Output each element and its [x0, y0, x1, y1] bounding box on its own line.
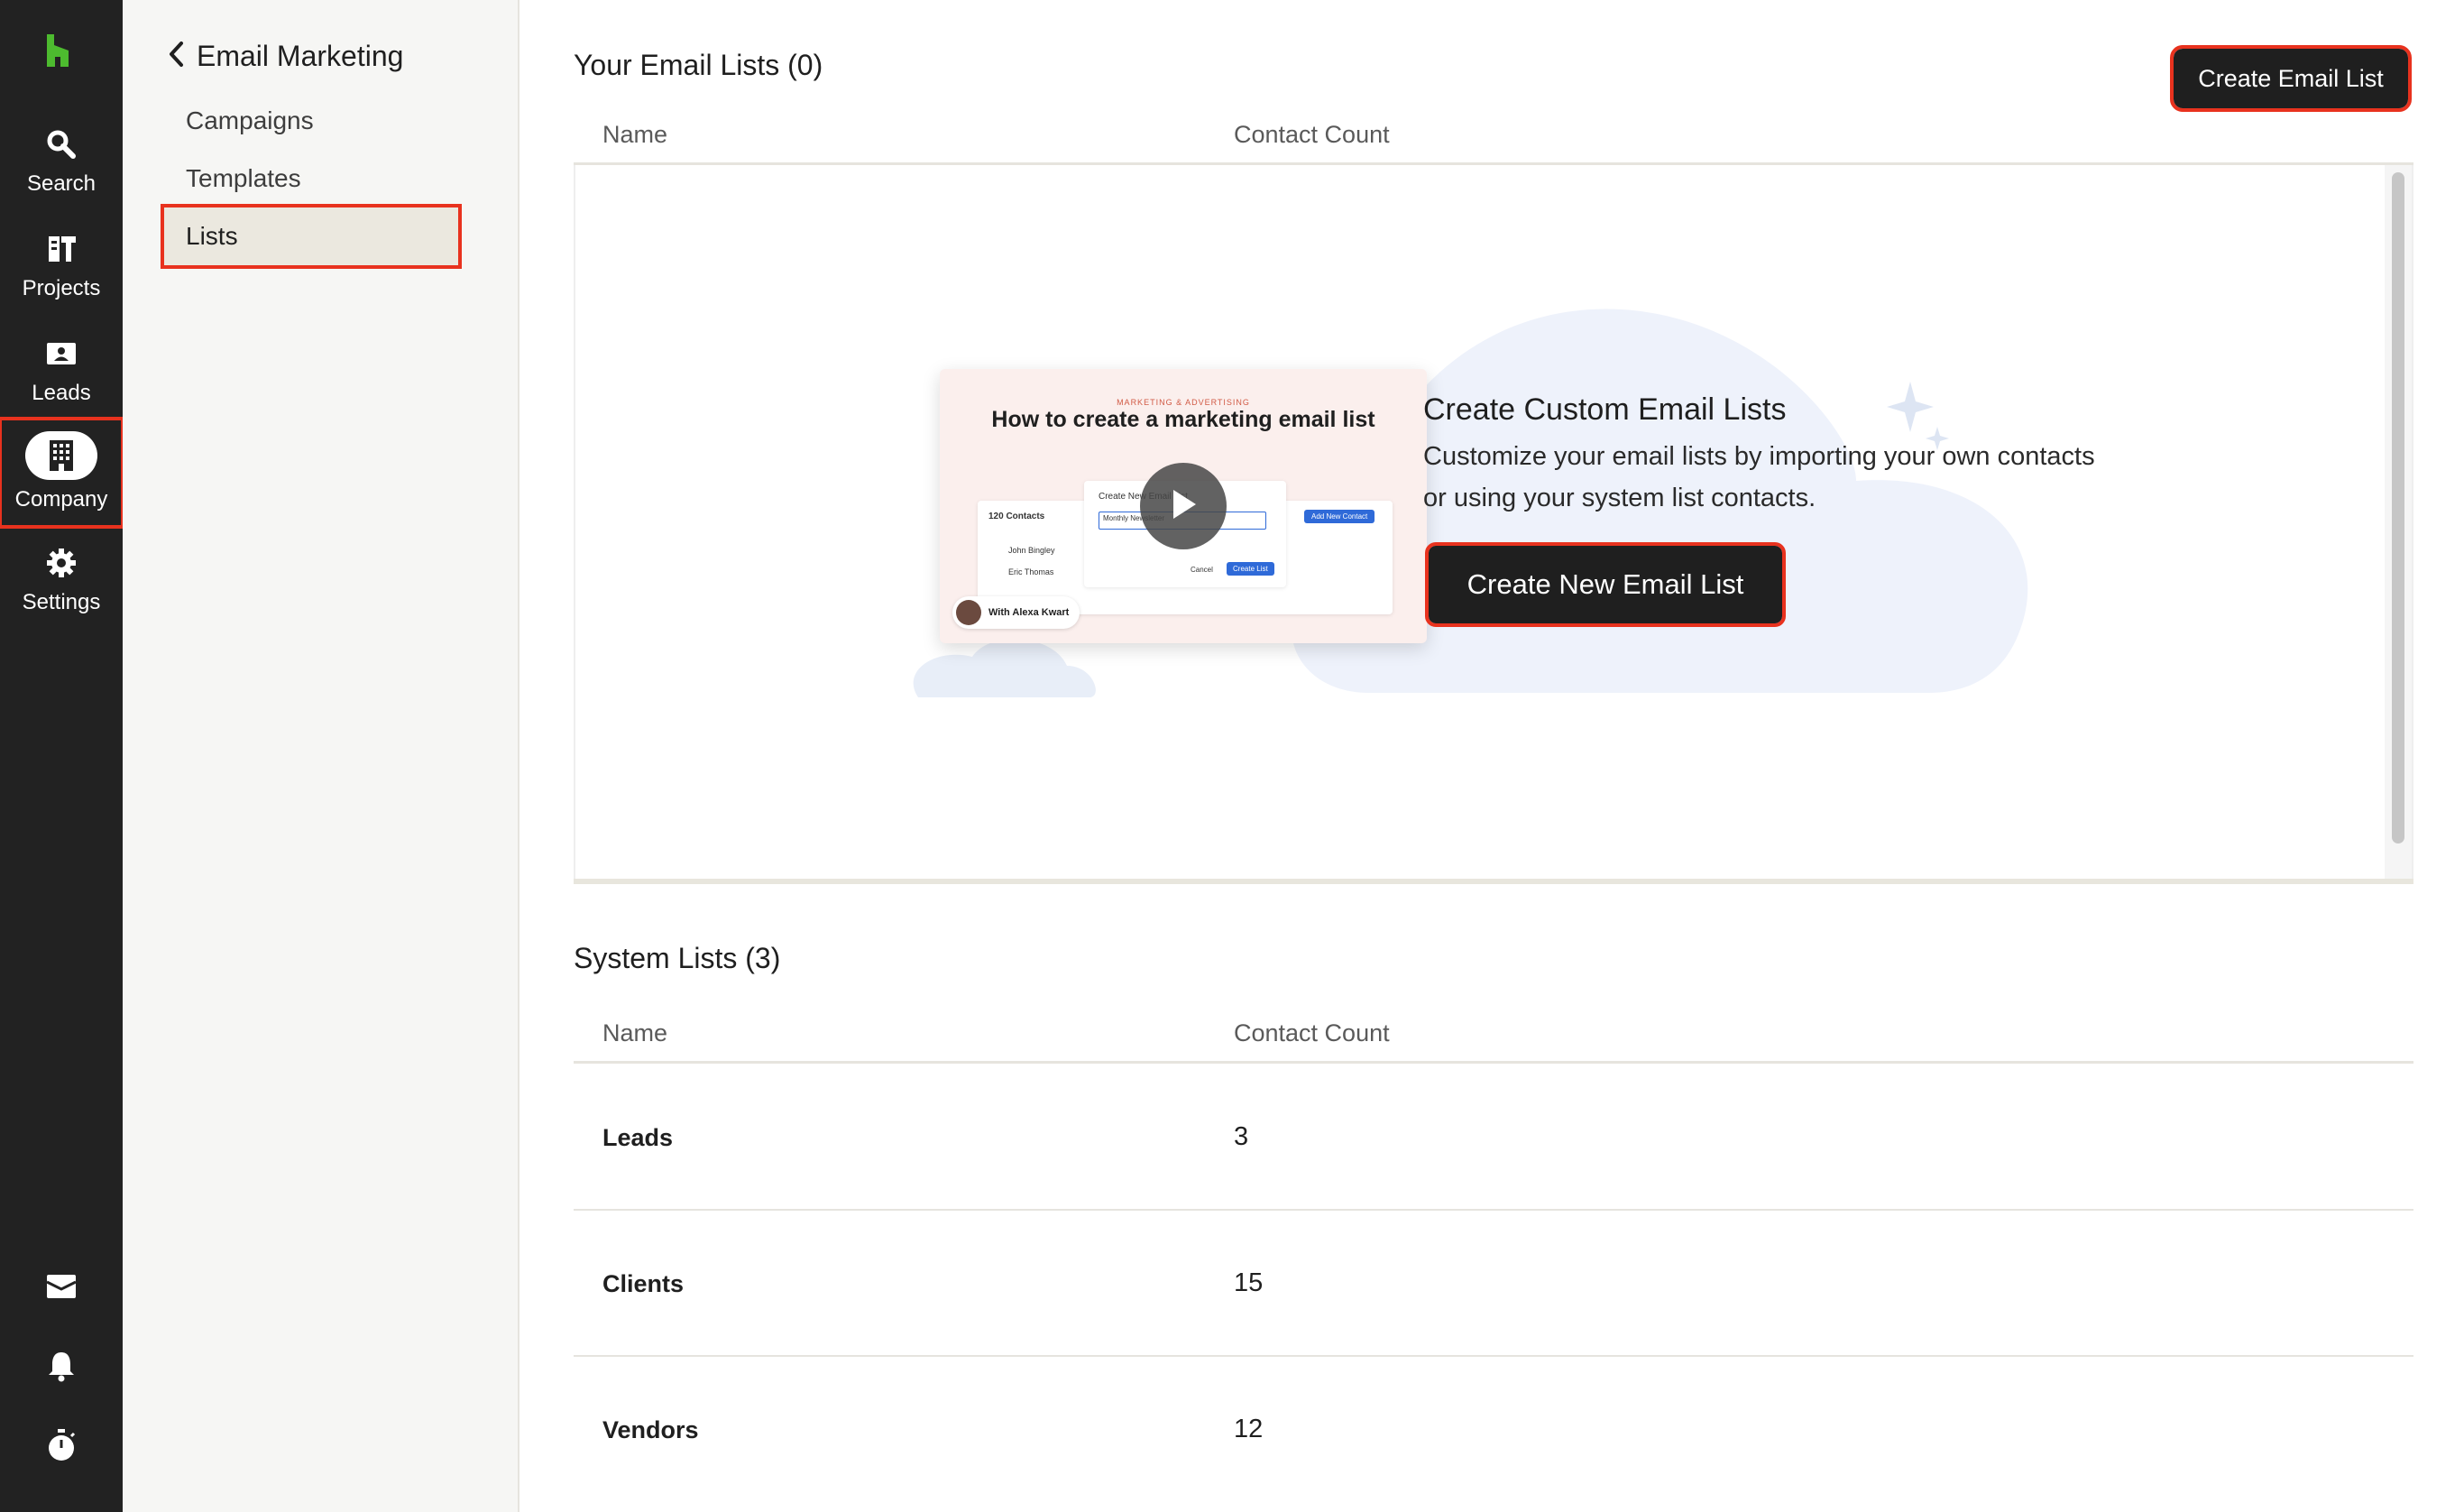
- subnav-title: Email Marketing: [197, 40, 404, 72]
- column-header-name[interactable]: Name: [602, 1019, 667, 1047]
- mock-row: John Bingley: [1008, 546, 1055, 555]
- inbox-icon: [45, 1273, 78, 1305]
- leads-card-icon: [43, 336, 79, 372]
- row-count: 15: [1234, 1268, 1264, 1297]
- houzz-logo-icon[interactable]: [40, 32, 76, 69]
- rail-item-projects[interactable]: Projects: [0, 227, 123, 328]
- create-new-email-list-button[interactable]: Create New Email List: [1425, 542, 1786, 627]
- play-button[interactable]: [1140, 463, 1227, 549]
- rail-label: Settings: [22, 590, 101, 614]
- back-to-email-marketing[interactable]: Email Marketing: [168, 40, 403, 73]
- rail-label: Search: [26, 171, 97, 196]
- inbox-button[interactable]: [0, 1261, 123, 1315]
- subnav-link-campaigns[interactable]: Campaigns: [164, 94, 458, 148]
- tutorial-video-thumbnail[interactable]: MARKETING & ADVERTISING How to create a …: [940, 369, 1427, 643]
- header-divider: [574, 1061, 2413, 1064]
- column-header-contact-count[interactable]: Contact Count: [1234, 121, 1390, 149]
- email-marketing-subnav: Email Marketing Campaigns Templates List…: [123, 0, 519, 1512]
- rail-item-company[interactable]: Company: [0, 417, 124, 529]
- row-name: Vendors: [602, 1416, 699, 1443]
- video-title: How to create a marketing email list: [991, 407, 1375, 432]
- mock-add-button: Add New Contact: [1304, 510, 1375, 523]
- mock-cancel: Cancel: [1191, 566, 1213, 574]
- presenter-avatar: [956, 600, 981, 625]
- email-lists-scroll-area: MARKETING & ADVERTISING How to create a …: [574, 165, 2413, 880]
- system-lists-title: System Lists (3): [574, 942, 781, 974]
- timer-button[interactable]: [0, 1420, 123, 1474]
- rail-label: Company: [14, 487, 108, 512]
- presenter-name: With Alexa Kwart: [988, 607, 1070, 618]
- icon-rail: Search Projects Leads Company Settings: [0, 0, 124, 1512]
- search-icon: [43, 126, 79, 162]
- create-email-list-button[interactable]: Create Email List: [2170, 45, 2412, 112]
- projects-icon: [43, 231, 79, 267]
- stopwatch-icon: [46, 1428, 77, 1467]
- main-content: Your Email Lists (0) Create Email List N…: [518, 0, 2464, 1512]
- empty-state-description: Customize your email lists by importing …: [1423, 442, 2095, 512]
- video-eyebrow: MARKETING & ADVERTISING: [1117, 398, 1250, 407]
- gear-icon: [43, 545, 79, 581]
- rail-label: Projects: [22, 276, 101, 300]
- subnav-link-templates[interactable]: Templates: [164, 152, 458, 206]
- sparkle-icon: [1887, 382, 1934, 432]
- row-count: 12: [1234, 1415, 1264, 1443]
- column-header-name[interactable]: Name: [602, 121, 667, 149]
- row-name: Clients: [602, 1270, 685, 1297]
- subnav-link-lists[interactable]: Lists: [161, 204, 462, 269]
- mock-create-list: Create List: [1227, 562, 1274, 576]
- empty-state-title: Create Custom Email Lists: [1423, 392, 1787, 427]
- rail-label: Leads: [32, 381, 91, 405]
- notifications-button[interactable]: [0, 1341, 123, 1395]
- row-count: 3: [1234, 1122, 1249, 1151]
- scrollbar-track[interactable]: [2385, 165, 2412, 880]
- row-name: Leads: [602, 1124, 674, 1151]
- scroll-area-bottom-border: [574, 879, 2413, 884]
- rail-item-search[interactable]: Search: [0, 123, 123, 224]
- scrollbar-thumb[interactable]: [2392, 172, 2404, 844]
- chevron-left-icon: [168, 41, 184, 72]
- bell-icon: [46, 1350, 77, 1387]
- mock-contacts-count: 120 Contacts: [988, 512, 1045, 521]
- rail-item-leads[interactable]: Leads: [0, 332, 123, 433]
- play-icon: [1168, 487, 1199, 526]
- row-divider: [574, 1209, 2413, 1211]
- company-building-icon: [25, 431, 97, 480]
- rail-item-settings[interactable]: Settings: [0, 541, 123, 642]
- presenter-badge: With Alexa Kwart: [952, 596, 1080, 629]
- column-header-contact-count[interactable]: Contact Count: [1234, 1019, 1390, 1047]
- cloud-illustration: [913, 309, 2028, 697]
- email-lists-title: Your Email Lists (0): [574, 49, 823, 81]
- row-divider: [574, 1355, 2413, 1357]
- mock-row: Eric Thomas: [1008, 567, 1054, 576]
